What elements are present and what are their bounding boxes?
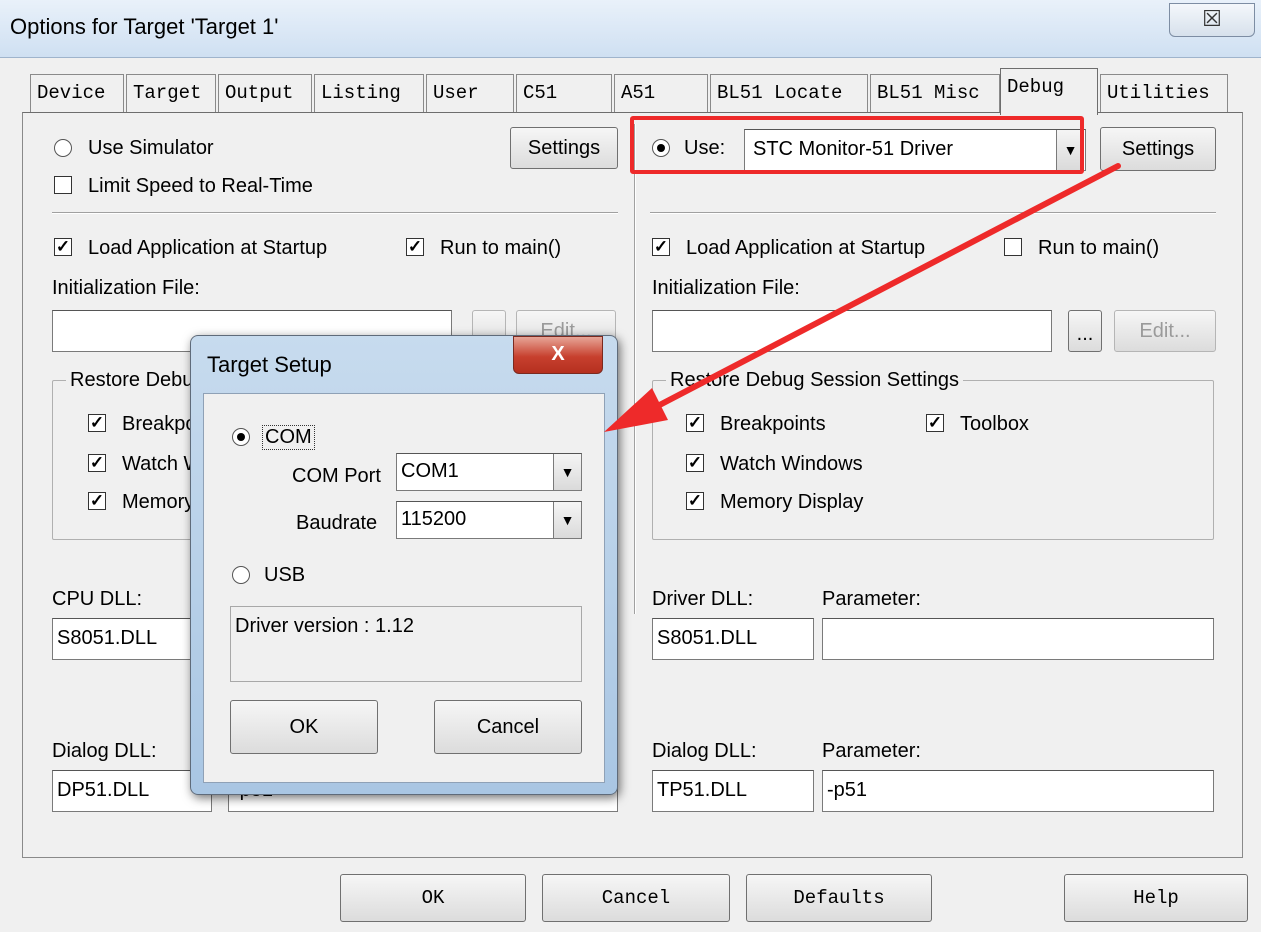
tab-bl51-misc[interactable]: BL51 Misc <box>870 74 1000 114</box>
com-port-label: COM Port <box>292 465 381 487</box>
right-dialog-dll-label: Dialog DLL: <box>652 740 757 762</box>
right-watch-label: Watch Windows <box>720 453 863 475</box>
cpu-dll-label: CPU DLL: <box>52 588 143 610</box>
close-icon[interactable]: ☒ <box>1169 3 1255 37</box>
tab-c51[interactable]: C51 <box>516 74 612 114</box>
window-titlebar: Options for Target 'Target 1' ☒ <box>0 0 1261 58</box>
driver-dll-input[interactable]: S8051.DLL <box>652 618 814 660</box>
left-dialog-dll-label: Dialog DLL: <box>52 740 157 762</box>
left-dialog-dll-input[interactable]: DP51.DLL <box>52 770 212 812</box>
tab-device[interactable]: Device <box>30 74 124 114</box>
simulator-settings-button[interactable]: Settings <box>510 127 618 169</box>
help-button[interactable]: Help <box>1064 874 1248 922</box>
ok-button[interactable]: OK <box>340 874 526 922</box>
usb-label: USB <box>264 564 306 586</box>
right-divider <box>650 212 1216 214</box>
left-init-file-label: Initialization File: <box>52 277 200 299</box>
use-simulator-label: Use Simulator <box>88 137 214 159</box>
com-port-dropdown-arrow-icon[interactable]: ▼ <box>553 454 581 490</box>
right-dialog-parameter-label: Parameter: <box>822 740 921 762</box>
limit-speed-label: Limit Speed to Real-Time <box>88 175 313 197</box>
left-load-app-label: Load Application at Startup <box>88 237 328 259</box>
left-breakpoints-checkbox[interactable]: ✓ <box>88 414 106 432</box>
defaults-button[interactable]: Defaults <box>746 874 932 922</box>
right-breakpoints-checkbox[interactable]: ✓ <box>686 414 704 432</box>
driver-version-text: Driver version : 1.12 <box>235 615 414 637</box>
use-simulator-radio[interactable] <box>54 139 72 157</box>
tab-utilities[interactable]: Utilities <box>1100 74 1228 114</box>
left-divider <box>52 212 618 214</box>
dialog-client-area: COM COM Port COM1 ▼ Baudrate 115200 ▼ US… <box>203 393 605 783</box>
driver-dll-label: Driver DLL: <box>652 588 754 610</box>
tab-debug[interactable]: Debug <box>1000 68 1098 115</box>
driver-parameter-label: Parameter: <box>822 588 921 610</box>
dialog-cancel-button[interactable]: Cancel <box>434 700 582 754</box>
limit-speed-checkbox[interactable] <box>54 176 72 194</box>
right-toolbox-checkbox[interactable]: ✓ <box>926 414 944 432</box>
tab-bl51-locate[interactable]: BL51 Locate <box>710 74 868 114</box>
tab-a51[interactable]: A51 <box>614 74 708 114</box>
right-init-file-label: Initialization File: <box>652 277 800 299</box>
left-memory-checkbox[interactable]: ✓ <box>88 492 106 510</box>
com-radio[interactable] <box>232 428 250 446</box>
right-load-app-label: Load Application at Startup <box>686 237 926 259</box>
left-run-to-main-label: Run to main() <box>440 237 562 259</box>
tab-output[interactable]: Output <box>218 74 312 114</box>
right-memory-label: Memory Display <box>720 491 864 513</box>
window-title: Options for Target 'Target 1' <box>10 14 279 39</box>
cpu-dll-input[interactable]: S8051.DLL <box>52 618 212 660</box>
baudrate-label: Baudrate <box>296 512 378 534</box>
right-memory-checkbox[interactable]: ✓ <box>686 492 704 510</box>
dialog-ok-button[interactable]: OK <box>230 700 378 754</box>
right-browse-button[interactable]: ... <box>1068 310 1102 352</box>
right-run-to-main-label: Run to main() <box>1038 237 1160 259</box>
column-divider <box>634 124 636 614</box>
tab-listing[interactable]: Listing <box>314 74 424 114</box>
annotation-highlight-box <box>630 116 1084 174</box>
driver-parameter-input[interactable] <box>822 618 1214 660</box>
cancel-button[interactable]: Cancel <box>542 874 730 922</box>
right-watch-checkbox[interactable]: ✓ <box>686 454 704 472</box>
right-restore-legend: Restore Debug Session Settings <box>666 369 964 392</box>
dialog-close-icon[interactable]: X <box>513 336 603 374</box>
right-dialog-parameter-input[interactable]: -p51 <box>822 770 1214 812</box>
baudrate-dropdown-arrow-icon[interactable]: ▼ <box>553 502 581 538</box>
left-watch-checkbox[interactable]: ✓ <box>88 454 106 472</box>
right-run-to-main-checkbox[interactable] <box>1004 238 1022 256</box>
com-label: COM <box>262 425 315 450</box>
target-setup-dialog: Target Setup X COM COM Port COM1 ▼ Baudr… <box>190 335 618 795</box>
usb-radio[interactable] <box>232 566 250 584</box>
right-edit-button[interactable]: Edit... <box>1114 310 1216 352</box>
right-init-file-input[interactable] <box>652 310 1052 352</box>
dialog-title: Target Setup <box>207 352 332 377</box>
left-load-app-checkbox[interactable]: ✓ <box>54 238 72 256</box>
driver-settings-button[interactable]: Settings <box>1100 127 1216 171</box>
right-dialog-dll-input[interactable]: TP51.DLL <box>652 770 814 812</box>
tab-target[interactable]: Target <box>126 74 216 114</box>
left-run-to-main-checkbox[interactable]: ✓ <box>406 238 424 256</box>
right-breakpoints-label: Breakpoints <box>720 413 826 435</box>
driver-version-box: Driver version : 1.12 <box>230 606 582 682</box>
right-load-app-checkbox[interactable]: ✓ <box>652 238 670 256</box>
right-toolbox-label: Toolbox <box>960 413 1029 435</box>
tab-user[interactable]: User <box>426 74 514 114</box>
